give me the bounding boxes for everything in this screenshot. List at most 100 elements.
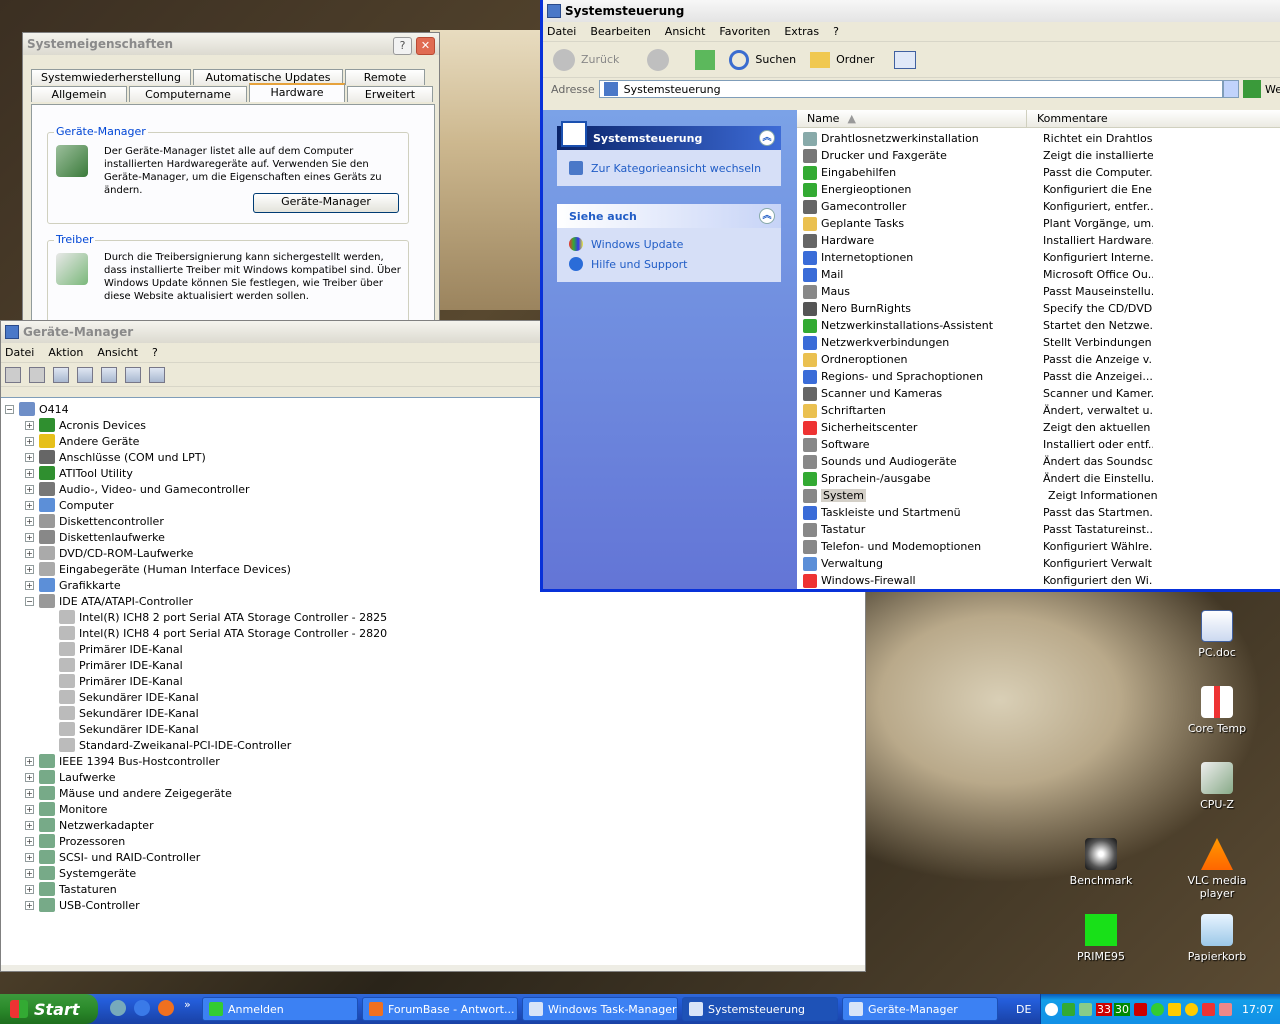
desktop-icon-pc-doc[interactable]: PC.doc — [1177, 610, 1257, 659]
tree-category[interactable]: + USB-Controller — [25, 897, 140, 913]
desktop-icon-vlc[interactable]: VLC media player — [1177, 838, 1257, 900]
control-panel-item[interactable]: Sprachein-/ausgabe Ändert die Einstellu..… — [797, 470, 1280, 487]
tree-device[interactable]: Primärer IDE-Kanal — [59, 641, 183, 657]
menu-help[interactable]: ? — [833, 25, 839, 38]
expand-icon[interactable]: + — [25, 516, 34, 526]
control-panel-item[interactable]: Hardware Installiert Hardware... — [797, 232, 1280, 249]
tree-category[interactable]: + Grafikkarte — [25, 577, 121, 593]
tree-device[interactable]: Intel(R) ICH8 4 port Serial ATA Storage … — [59, 625, 387, 641]
tree-category[interactable]: + Diskettenlaufwerke — [25, 529, 165, 545]
tree-category[interactable]: + Diskettencontroller — [25, 513, 164, 529]
go-label[interactable]: We — [1265, 83, 1280, 96]
control-panel-item[interactable]: Eingabehilfen Passt die Computer... — [797, 164, 1280, 181]
show-desktop-icon[interactable] — [110, 1000, 126, 1016]
tree-category[interactable]: + Computer — [25, 497, 114, 513]
column-header-name[interactable]: Name ▲ — [797, 110, 1027, 128]
column-header-comment[interactable]: Kommentare — [1027, 110, 1280, 128]
views-icon[interactable] — [894, 50, 917, 69]
browser-icon[interactable] — [134, 1000, 150, 1016]
tree-category[interactable]: + DVD/CD-ROM-Laufwerke — [25, 545, 193, 561]
control-panel-item[interactable]: Drucker und Faxgeräte Zeigt die installie… — [797, 147, 1280, 164]
expand-icon[interactable]: + — [25, 580, 34, 590]
control-panel-item[interactable]: Software Installiert oder entf... — [797, 436, 1280, 453]
control-panel-item[interactable]: Mail Microsoft Office Ou... — [797, 266, 1280, 283]
tray-temp-2[interactable]: 30 — [1114, 1002, 1130, 1016]
firefox-icon[interactable] — [158, 1000, 174, 1016]
tree-device[interactable]: Standard-Zweikanal-PCI-IDE-Controller — [59, 737, 291, 753]
tray-network-icon[interactable] — [1062, 1002, 1075, 1016]
windows-update-link[interactable]: Windows Update — [557, 234, 781, 254]
tree-category[interactable]: + Laufwerke — [25, 769, 116, 785]
control-panel-item[interactable]: Telefon- und Modemoptionen Konfiguriert W… — [797, 538, 1280, 555]
tree-category[interactable]: + Andere Geräte — [25, 433, 139, 449]
tab-computername[interactable]: Computername — [129, 86, 247, 102]
collapse-chevron-icon[interactable]: ︽ — [759, 208, 775, 224]
tree-device[interactable]: Primärer IDE-Kanal — [59, 673, 183, 689]
menu-ansicht[interactable]: Ansicht — [97, 346, 138, 359]
tree-device[interactable]: Primärer IDE-Kanal — [59, 657, 183, 673]
close-button[interactable]: ✕ — [416, 37, 435, 55]
menu-datei[interactable]: Datei — [547, 25, 576, 38]
tree-category[interactable]: − IDE ATA/ATAPI-Controller — [25, 593, 193, 609]
language-indicator[interactable]: DE — [1016, 1003, 1031, 1016]
tree-category[interactable]: + IEEE 1394 Bus-Hostcontroller — [25, 753, 220, 769]
control-panel-item[interactable]: Internetoptionen Konfiguriert Interne... — [797, 249, 1280, 266]
tree-device[interactable]: Sekundärer IDE-Kanal — [59, 705, 199, 721]
help-support-link[interactable]: Hilfe und Support — [557, 254, 781, 274]
control-panel-item[interactable]: Netzwerkinstallations-Assistent Startet d… — [797, 317, 1280, 334]
desktop-icon-recycle-bin[interactable]: Papierkorb — [1177, 914, 1257, 963]
task-task-manager[interactable]: Windows Task-Manager — [522, 997, 678, 1021]
go-icon[interactable] — [1243, 80, 1261, 98]
control-panel-item[interactable]: Ordneroptionen Passt die Anzeige v... — [797, 351, 1280, 368]
control-panel-item[interactable]: Regions- und Sprachoptionen Passt die Anz… — [797, 368, 1280, 385]
print-icon[interactable] — [101, 366, 117, 383]
tab-allgemein[interactable]: Allgemein — [31, 86, 127, 102]
expand-icon[interactable]: + — [25, 788, 34, 798]
forward-icon[interactable] — [29, 366, 45, 383]
back-icon[interactable] — [5, 366, 21, 383]
tree-category[interactable]: + Tastaturen — [25, 881, 117, 897]
show-hide-tree-icon[interactable] — [53, 366, 69, 383]
properties-icon[interactable] — [77, 366, 93, 383]
desktop-icon-benchmark[interactable]: Benchmark — [1061, 838, 1141, 887]
expand-icon[interactable]: + — [25, 452, 34, 462]
expand-icon[interactable]: + — [25, 804, 34, 814]
expand-icon[interactable]: + — [25, 868, 34, 878]
control-panel-item[interactable]: Drahtlosnetzwerkinstallation Richtet ein … — [797, 130, 1280, 147]
control-panel-item[interactable]: Geplante Tasks Plant Vorgänge, um... — [797, 215, 1280, 232]
horizontal-scrollbar[interactable] — [1, 965, 865, 971]
tab-hardware[interactable]: Hardware — [249, 83, 345, 102]
control-panel-item[interactable]: Windows-Firewall Konfiguriert den Wi... — [797, 572, 1280, 589]
task-geraete-manager[interactable]: Geräte-Manager — [842, 997, 998, 1021]
back-button-label[interactable]: Zurück — [581, 53, 619, 66]
tree-category[interactable]: + Systemgeräte — [25, 865, 136, 881]
quicklaunch-overflow-icon[interactable]: » — [184, 998, 191, 1011]
tray-collapse-icon[interactable] — [1045, 1002, 1058, 1016]
tree-category[interactable]: + Mäuse und andere Zeigegeräte — [25, 785, 232, 801]
control-panel-item[interactable]: Sicherheitscenter Zeigt den aktuellen ... — [797, 419, 1280, 436]
menu-favoriten[interactable]: Favoriten — [719, 25, 770, 38]
tray-flower-icon[interactable] — [1151, 1002, 1164, 1016]
menu-bearbeiten[interactable]: Bearbeiten — [590, 25, 650, 38]
expand-icon[interactable]: + — [25, 756, 34, 766]
expand-icon[interactable]: + — [25, 468, 34, 478]
tray-graph-icon[interactable] — [1079, 1002, 1092, 1016]
menu-extras[interactable]: Extras — [784, 25, 819, 38]
tab-erweitert[interactable]: Erweitert — [347, 86, 433, 102]
tree-device[interactable]: Sekundärer IDE-Kanal — [59, 721, 199, 737]
expand-icon[interactable]: + — [25, 772, 34, 782]
help-icon[interactable] — [125, 366, 141, 383]
collapse-icon[interactable]: − — [25, 596, 34, 606]
expand-icon[interactable]: + — [25, 836, 34, 846]
address-field[interactable]: Systemsteuerung — [598, 80, 1224, 98]
task-systemsteuerung[interactable]: Systemsteuerung — [682, 997, 838, 1021]
scan-hardware-icon[interactable] — [149, 366, 165, 383]
expand-icon[interactable]: + — [25, 532, 34, 542]
expand-icon[interactable]: + — [25, 420, 34, 430]
tree-category[interactable]: + Anschlüsse (COM und LPT) — [25, 449, 206, 465]
section-header[interactable]: Systemsteuerung ︽ — [557, 121, 781, 150]
start-button[interactable]: Start — [0, 994, 98, 1024]
control-panel-item[interactable]: System Zeigt Informationen... — [797, 487, 1280, 504]
tree-root[interactable]: − O414 — [5, 401, 69, 417]
tray-security-icon[interactable] — [1168, 1002, 1181, 1016]
